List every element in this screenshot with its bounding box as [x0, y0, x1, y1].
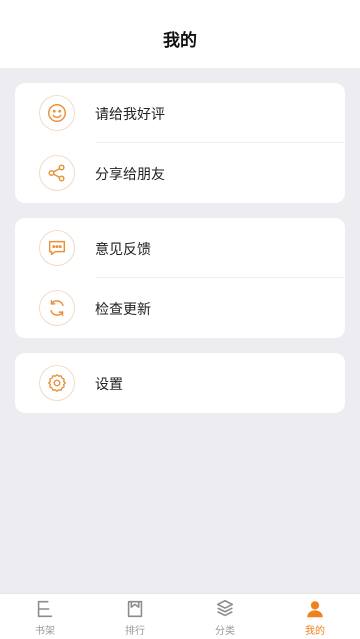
page-title: 我的	[163, 30, 197, 51]
tab-ranking[interactable]: 排行	[90, 594, 180, 639]
category-icon	[214, 598, 236, 620]
settings-label: 设置	[95, 377, 123, 393]
rate-app-label: 请给我好评	[95, 107, 165, 123]
tab-ranking-label: 排行	[125, 626, 145, 637]
menu-group-2: 意见反馈 检查更新	[15, 218, 345, 338]
bottom-tab-bar: 书架 排行 分类 我的	[0, 593, 360, 639]
page-header: 我的	[0, 0, 360, 68]
feedback-label: 意见反馈	[95, 242, 151, 258]
share-icon	[39, 155, 75, 191]
tab-category-label: 分类	[215, 626, 235, 637]
tab-bookshelf[interactable]: 书架	[0, 594, 90, 639]
feedback-icon	[39, 230, 75, 266]
check-update-label: 检查更新	[95, 302, 151, 318]
menu-group-3: 设置	[15, 353, 345, 413]
tab-bookshelf-label: 书架	[35, 626, 55, 637]
rate-app-item[interactable]: 请给我好评	[15, 83, 345, 143]
bookshelf-icon	[34, 598, 56, 620]
share-item[interactable]: 分享给朋友	[15, 143, 345, 203]
gear-icon	[39, 365, 75, 401]
menu-group-1: 请给我好评 分享给朋友	[15, 83, 345, 203]
tab-category[interactable]: 分类	[180, 594, 270, 639]
tab-profile[interactable]: 我的	[270, 594, 360, 639]
share-label: 分享给朋友	[95, 167, 165, 183]
feedback-item[interactable]: 意见反馈	[15, 218, 345, 278]
ranking-icon	[124, 598, 146, 620]
check-update-item[interactable]: 检查更新	[15, 278, 345, 338]
refresh-icon	[39, 290, 75, 326]
user-icon	[304, 598, 326, 620]
settings-item[interactable]: 设置	[15, 353, 345, 413]
tab-profile-label: 我的	[305, 626, 325, 637]
smile-icon	[39, 95, 75, 131]
